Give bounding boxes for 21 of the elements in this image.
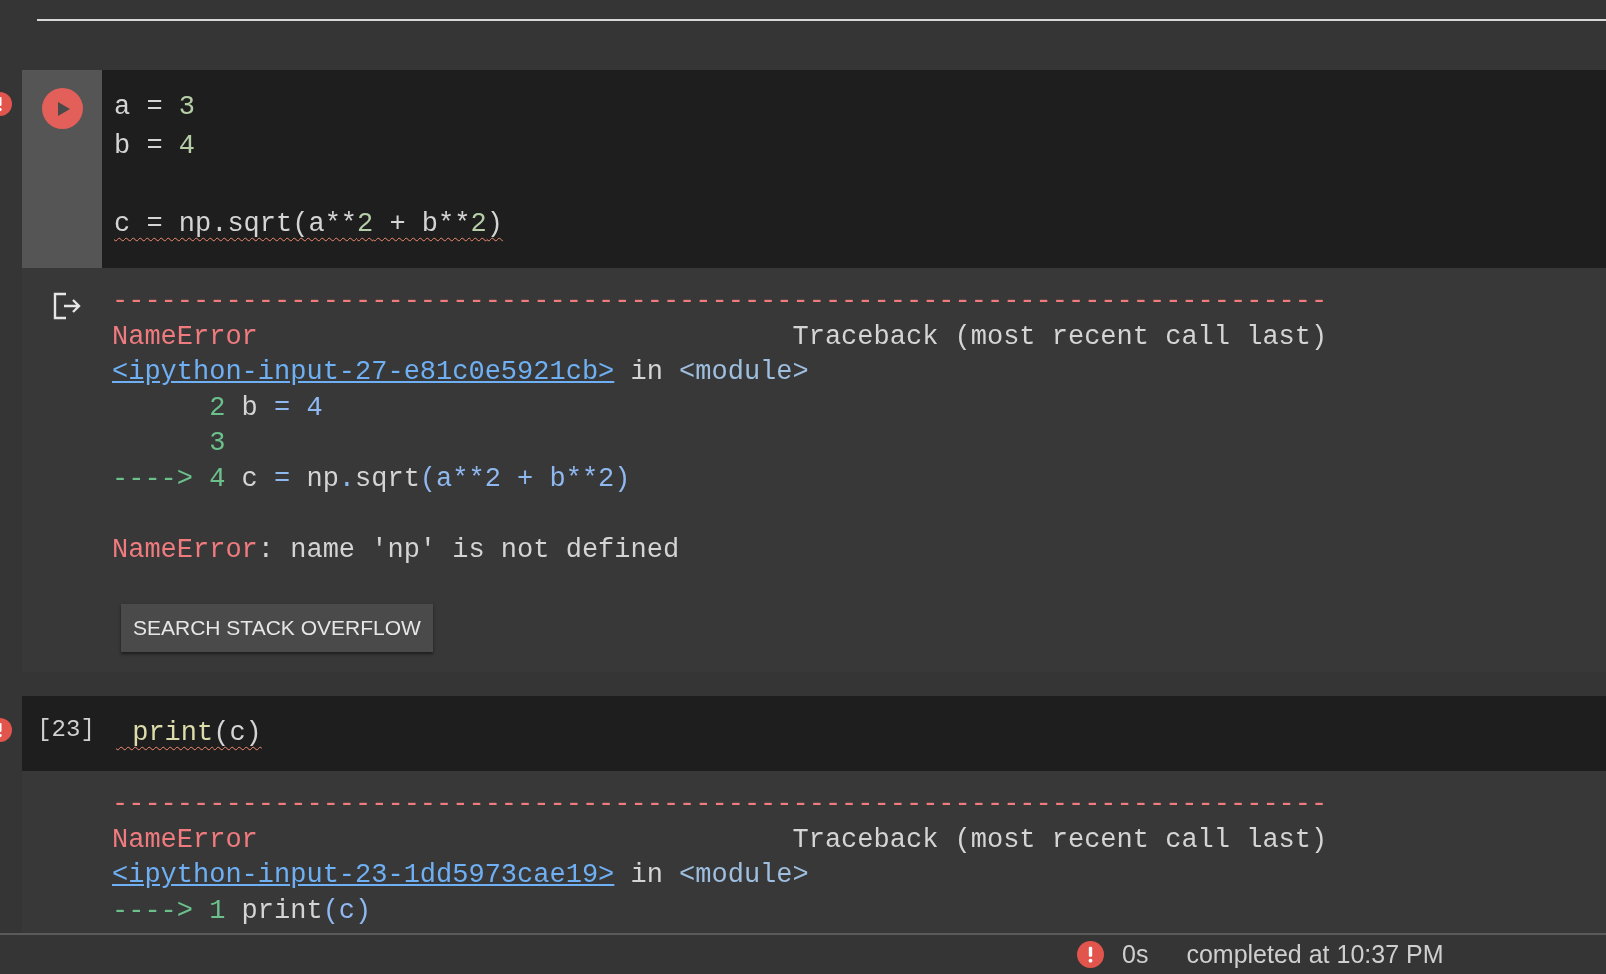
code-line: ----> 1 print(c) (112, 895, 372, 926)
code-line: NameError Traceback (most recent call last) (112, 824, 1328, 855)
code-line: --------------------------------------------------------------------------- (112, 789, 1328, 819)
code-line: NameError Traceback (most recent call last) (112, 321, 1328, 352)
code-line: 3 (208, 428, 226, 458)
duration-text: 0s (1122, 938, 1149, 970)
code-line: ----> 4 c = np.sqrt(a**2 + b**2) (112, 463, 631, 494)
code-line: <ipython-input-27-e81c0e5921cb> in <module> (112, 357, 809, 387)
code-line: 2 b = 4 (208, 392, 323, 423)
execution-count: [23] (37, 716, 95, 744)
code-line: NameError: name 'np' is not defined (112, 534, 680, 565)
code-line: <ipython-input-23-1dd5973cae19> in <module> (112, 860, 809, 890)
code-line: c = np.sqrt(a**2 + b**2) (114, 209, 503, 239)
code-line: b = 4 (114, 131, 195, 161)
code-line: --------------------------------------------------------------------------- (112, 286, 1328, 316)
code-line: print(c) (131, 718, 262, 748)
play-icon (57, 101, 70, 116)
code-line: a = 3 (114, 92, 195, 122)
search-stack-overflow-button[interactable]: SEARCH STACK OVERFLOW (121, 604, 433, 652)
completion-text: completed at 10:37 PM (1186, 938, 1444, 970)
run-button[interactable] (41, 88, 83, 129)
